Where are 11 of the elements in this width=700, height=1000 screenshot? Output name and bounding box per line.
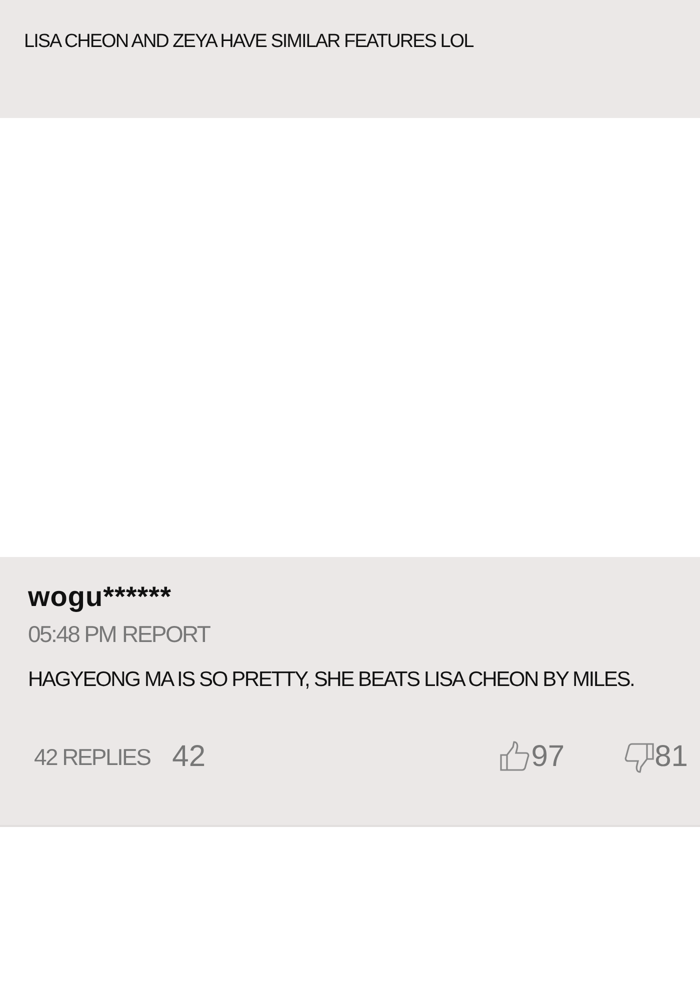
dislike-count: 81 [654,740,688,774]
like-count: 97 [531,740,565,774]
report-link[interactable]: REPORT [122,621,210,648]
replies-link[interactable]: 42 REPLIES [34,744,150,770]
comment-text: LISA CHEON AND ZEYA HAVE SIMILAR FEATURES LOL [24,31,474,52]
username: wogu****** [28,581,172,614]
comment-time: 05:48 PM [28,621,116,648]
thumbs-down-icon[interactable] [622,741,655,773]
thumbs-up-icon[interactable] [499,741,532,773]
comment-text: HAGYEONG MA IS SO PRETTY, SHE BEATS LISA CHEON BY MILES. [28,668,634,692]
reply-count: 42 [172,740,206,774]
